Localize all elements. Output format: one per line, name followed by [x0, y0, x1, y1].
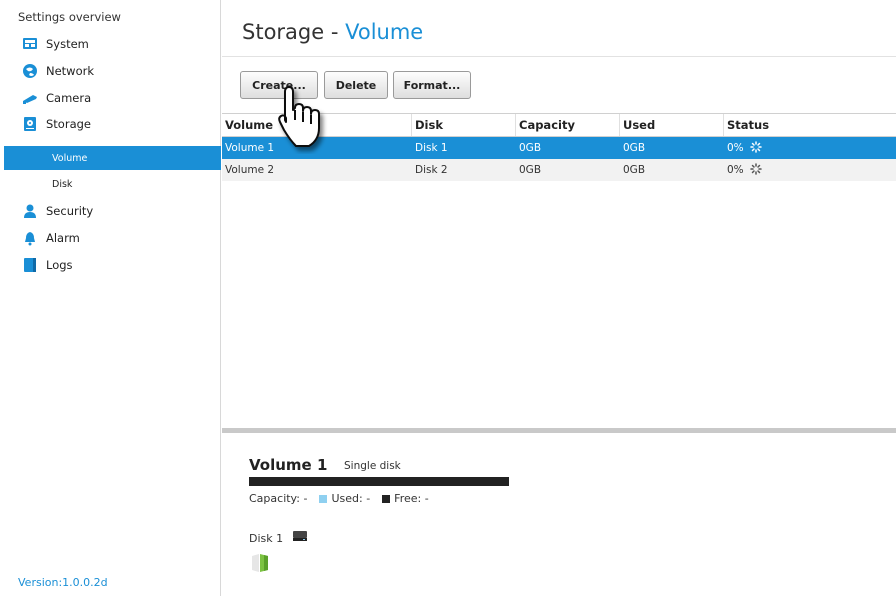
column-header-used[interactable]: Used — [620, 114, 724, 136]
sidebar: Settings overview System Network Camera … — [0, 0, 221, 596]
column-header-status[interactable]: Status — [724, 114, 896, 136]
page-title-main: Storage — [242, 20, 325, 44]
cell-capacity: 0GB — [519, 164, 542, 176]
cell-capacity: 0GB — [519, 142, 542, 154]
capacity-legend: Capacity: - Used: - Free: - — [249, 492, 429, 505]
sidebar-item-logs[interactable]: Logs — [0, 252, 221, 278]
version-label: Version:1.0.0.2d — [18, 576, 108, 589]
loading-spinner-icon — [749, 140, 762, 156]
disk-usage-icon — [250, 553, 272, 573]
cell-used: 0GB — [623, 142, 646, 154]
alarm-icon — [22, 230, 38, 246]
used-swatch-icon — [319, 494, 328, 503]
capacity-bar — [249, 477, 509, 486]
cell-disk: Disk 1 — [415, 142, 448, 154]
sidebar-item-storage[interactable]: Storage — [0, 111, 221, 137]
detail-volume-title: Volume 1 — [249, 456, 328, 474]
sidebar-item-camera[interactable]: Camera — [0, 85, 221, 111]
sidebar-item-label: Alarm — [46, 231, 80, 245]
storage-icon — [22, 116, 38, 132]
title-divider — [222, 56, 896, 57]
table-row[interactable]: Volume 2 Disk 2 0GB 0GB 0% — [222, 159, 896, 181]
used-label: Used: - — [331, 492, 371, 505]
page-title-subtitle: Volume — [345, 20, 424, 44]
loading-spinner-icon — [749, 162, 762, 178]
sidebar-subitem-volume[interactable]: Volume — [4, 146, 221, 170]
free-label: Free: - — [394, 492, 429, 505]
detail-volume-type: Single disk — [344, 460, 401, 472]
sidebar-subitem-label: Disk — [52, 178, 73, 190]
sidebar-item-network[interactable]: Network — [0, 58, 221, 84]
detail-disk-label: Disk 1 — [249, 531, 284, 545]
capacity-label: Capacity: - — [249, 492, 308, 505]
sidebar-subitem-disk[interactable]: Disk — [4, 172, 221, 196]
camera-icon — [22, 90, 38, 106]
cell-status: 0% — [724, 159, 896, 181]
network-icon — [22, 63, 38, 79]
status-text: 0% — [727, 142, 744, 154]
sidebar-item-system[interactable]: System — [0, 31, 221, 57]
page-title: Storage - Volume — [242, 20, 423, 44]
sidebar-item-label: Camera — [46, 91, 92, 105]
sidebar-item-label: Logs — [46, 258, 73, 272]
security-icon — [22, 203, 38, 219]
cell-volume: Volume 2 — [225, 164, 275, 176]
logs-icon — [22, 257, 38, 273]
column-header-disk[interactable]: Disk — [412, 114, 516, 136]
sidebar-item-label: Security — [46, 204, 94, 218]
system-icon — [22, 36, 38, 52]
sidebar-item-label: Network — [46, 64, 95, 78]
sidebar-title: Settings overview — [18, 10, 121, 24]
sidebar-item-label: System — [46, 37, 89, 51]
page-title-separator: - — [330, 20, 339, 44]
free-swatch-icon — [382, 494, 391, 503]
panel-divider[interactable] — [222, 428, 896, 433]
cell-disk: Disk 2 — [415, 164, 448, 176]
sidebar-item-label: Storage — [46, 117, 91, 131]
detail-disk: Disk 1 — [249, 531, 308, 545]
cell-used: 0GB — [623, 164, 646, 176]
hard-drive-icon — [293, 531, 308, 545]
hand-pointer-icon — [276, 84, 330, 154]
column-header-capacity[interactable]: Capacity — [516, 114, 620, 136]
sidebar-item-security[interactable]: Security — [0, 198, 221, 224]
format-button[interactable]: Format... — [393, 71, 471, 99]
sidebar-item-alarm[interactable]: Alarm — [0, 225, 221, 251]
status-text: 0% — [727, 164, 744, 176]
cell-status: 0% — [724, 137, 896, 159]
sidebar-subitem-label: Volume — [52, 152, 88, 164]
delete-button[interactable]: Delete — [324, 71, 388, 99]
